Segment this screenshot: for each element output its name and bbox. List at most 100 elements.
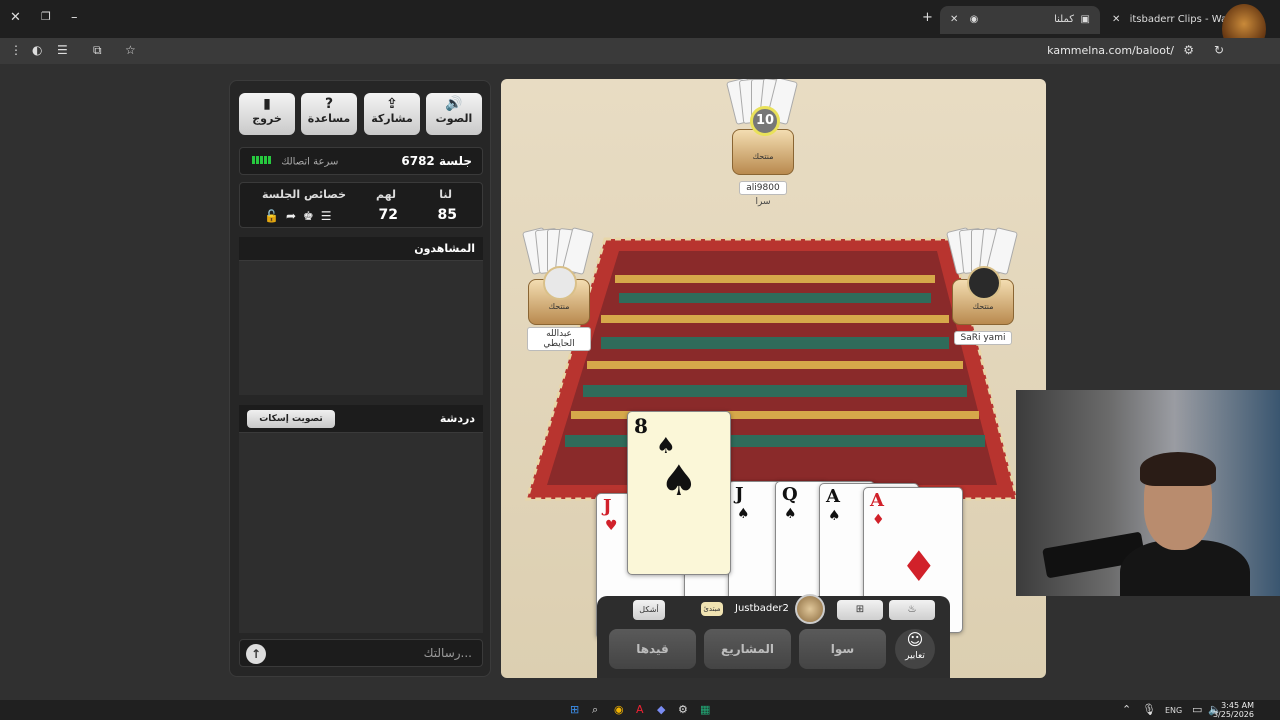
left-player-plate: منتحك (528, 266, 590, 325)
chrome-icon[interactable]: ◉ (614, 703, 624, 716)
tab-audio-icon: ◉ (969, 14, 979, 25)
mic-tray-icon[interactable]: 🎙 (1142, 703, 1156, 716)
connection-speed: سرعة اتصالك (252, 156, 338, 168)
player-left[interactable]: منتحك عبدالله الحايطي (522, 226, 594, 351)
tab-itsbaderr[interactable]: ✕ itsbaderr Clips - Watch Live on (1102, 6, 1228, 34)
spectators-list (239, 261, 483, 395)
played-card: 8 ♠ ♠ (627, 411, 731, 575)
clock[interactable]: 3:45 AM 3/25/2026 (1213, 701, 1254, 719)
display-icon[interactable]: ▭ (1192, 703, 1202, 716)
us-score: 85 (437, 207, 457, 223)
gift-icon[interactable]: ⊞ (837, 600, 883, 620)
chat-messages (239, 433, 483, 633)
send-arrow-icon[interactable]: ↑ (246, 644, 266, 664)
sound-button[interactable]: 🔊 الصوت (426, 93, 482, 135)
extension-icon[interactable]: ◐ (32, 43, 42, 57)
tray-chevron-icon[interactable]: ⌃ (1122, 703, 1131, 716)
exit-label: خروج (252, 112, 282, 125)
session-props-header: خصائص الجلسة (261, 188, 346, 201)
share-icon: ⇪ (386, 96, 398, 112)
session-props-icons: 🔓➦♚☰ (264, 209, 339, 223)
menu-dots-icon[interactable]: ⋮ (10, 43, 22, 57)
sawa-button[interactable]: سوا (799, 629, 886, 669)
bookmark-star-icon[interactable]: ☆ (125, 43, 136, 57)
top-player-plate: 10 منتحك (732, 106, 794, 175)
projects-button[interactable]: المشاريع (704, 629, 791, 669)
tab-kammelna[interactable]: ✕ ◉ كملنا ▣ (940, 6, 1100, 34)
card-suit: ♥ (605, 518, 618, 534)
card-suit: ♠ (828, 508, 841, 524)
player-top[interactable]: 10 منتحك ali9800 سرا (726, 79, 798, 207)
shape-button[interactable]: أشكل (633, 600, 665, 620)
minimize-window-icon[interactable]: – (71, 10, 78, 25)
emotes-label: تعابير (905, 651, 925, 661)
tab-close-icon[interactable]: ✕ (950, 14, 958, 25)
windows-start-icon[interactable]: ⊞ (570, 703, 579, 716)
emotes-button[interactable]: ☺ تعابير (895, 629, 935, 669)
top-status: منتحك (752, 152, 774, 161)
spectators-header: المشاهدون (239, 237, 483, 261)
list-icon: ☰ (320, 209, 339, 223)
new-tab-icon[interactable]: + (922, 10, 933, 25)
right-player-plate: منتحك (952, 266, 1014, 325)
self-avatar (795, 594, 825, 624)
excel-icon[interactable]: ▦ (700, 703, 710, 716)
site-settings-icon[interactable]: ⚙ (1183, 43, 1194, 57)
sound-label: الصوت (435, 112, 473, 125)
card-center-suit: ♦ (900, 542, 938, 591)
exit-button[interactable]: ▮ خروج (239, 93, 295, 135)
reload-icon[interactable]: ↻ (1214, 43, 1224, 57)
player-right[interactable]: منتحك SaRi yami (946, 226, 1018, 345)
help-label: مساعدة (307, 112, 351, 125)
tab-close-icon[interactable]: ✕ (1112, 14, 1120, 25)
share-button[interactable]: ⇪ مشاركة (364, 93, 420, 135)
tab-label: itsbaderr Clips - Watch Live on (1129, 14, 1228, 25)
streamer-hair (1140, 452, 1216, 486)
rank-badge: مبتدئ (701, 602, 723, 616)
search-icon[interactable]: ⌕ (592, 703, 598, 717)
top-buttons: 🔊 الصوت ⇪ مشاركة ? مساعدة ▮ خروج (239, 93, 483, 137)
restore-window-icon[interactable]: ❐ (41, 10, 51, 23)
them-header: لهم (375, 188, 396, 201)
card-rank: A (826, 486, 840, 507)
card-rank: Q (782, 484, 798, 505)
session-number: جلسة 6782 (401, 154, 472, 168)
app-icon-a[interactable]: A (636, 703, 644, 716)
us-header: لنا (439, 188, 452, 201)
spectators-title: المشاهدون (414, 242, 475, 255)
tab-label: كملنا (1054, 14, 1074, 25)
card-rank: A (870, 490, 884, 511)
mute-vote-button[interactable]: تصويت إسكات (247, 410, 335, 428)
right-player-name: SaRi yami (953, 331, 1013, 345)
game-board: 10 منتحك ali9800 سرا منتحك عبدالله الحاي… (501, 79, 1046, 678)
settings-icon[interactable]: ⚙ (678, 703, 688, 716)
card-rank: J (735, 484, 744, 505)
help-icon: ? (324, 96, 334, 112)
message-input[interactable] (276, 644, 472, 662)
page-info-icon[interactable]: ☰ (57, 43, 68, 57)
webcam-overlay (1016, 390, 1280, 596)
message-bar: ↑ (239, 639, 483, 667)
left-player-name: عبدالله الحايطي (527, 327, 591, 351)
session-row: جلسة 6782 سرعة اتصالك (239, 147, 483, 175)
flame-icon[interactable]: ♨ (889, 600, 935, 620)
extensions-puzzle-icon[interactable]: ⧉ (93, 43, 102, 58)
top-player-extra: سرا (755, 197, 771, 207)
exit-door-icon: ▮ (263, 96, 271, 112)
right-avatar (967, 266, 1001, 300)
close-window-icon[interactable]: ✕ (10, 10, 21, 25)
connection-speed-label: سرعة اتصالك (281, 156, 339, 168)
language-indicator[interactable]: ENG (1165, 706, 1182, 715)
action-bar: أشكل مبتدئ Justbader2 ⊞ ♨ قيدها المشاريع… (597, 594, 950, 678)
discord-icon[interactable]: ◆ (657, 703, 665, 716)
self-player-name: Justbader2 (735, 603, 789, 614)
url-field[interactable]: kammelna.com/baloot/ (1047, 44, 1174, 57)
turn-timer: 10 (750, 106, 780, 136)
smiley-icon: ☺ (906, 630, 924, 649)
speaker-icon: 🔊 (445, 96, 463, 112)
qaydha-button[interactable]: قيدها (609, 629, 696, 669)
os-taskbar: ⊞ ⌕ ◉ A ◆ ⚙ ▦ ⌃ 🎙 ENG ▭ 🔈 3:45 AM 3/25/2… (0, 700, 1280, 720)
side-panel: 🔊 الصوت ⇪ مشاركة ? مساعدة ▮ خروج جلسة 67… (229, 80, 491, 677)
help-button[interactable]: ? مساعدة (301, 93, 357, 135)
card-suit: ♠ (784, 506, 797, 522)
